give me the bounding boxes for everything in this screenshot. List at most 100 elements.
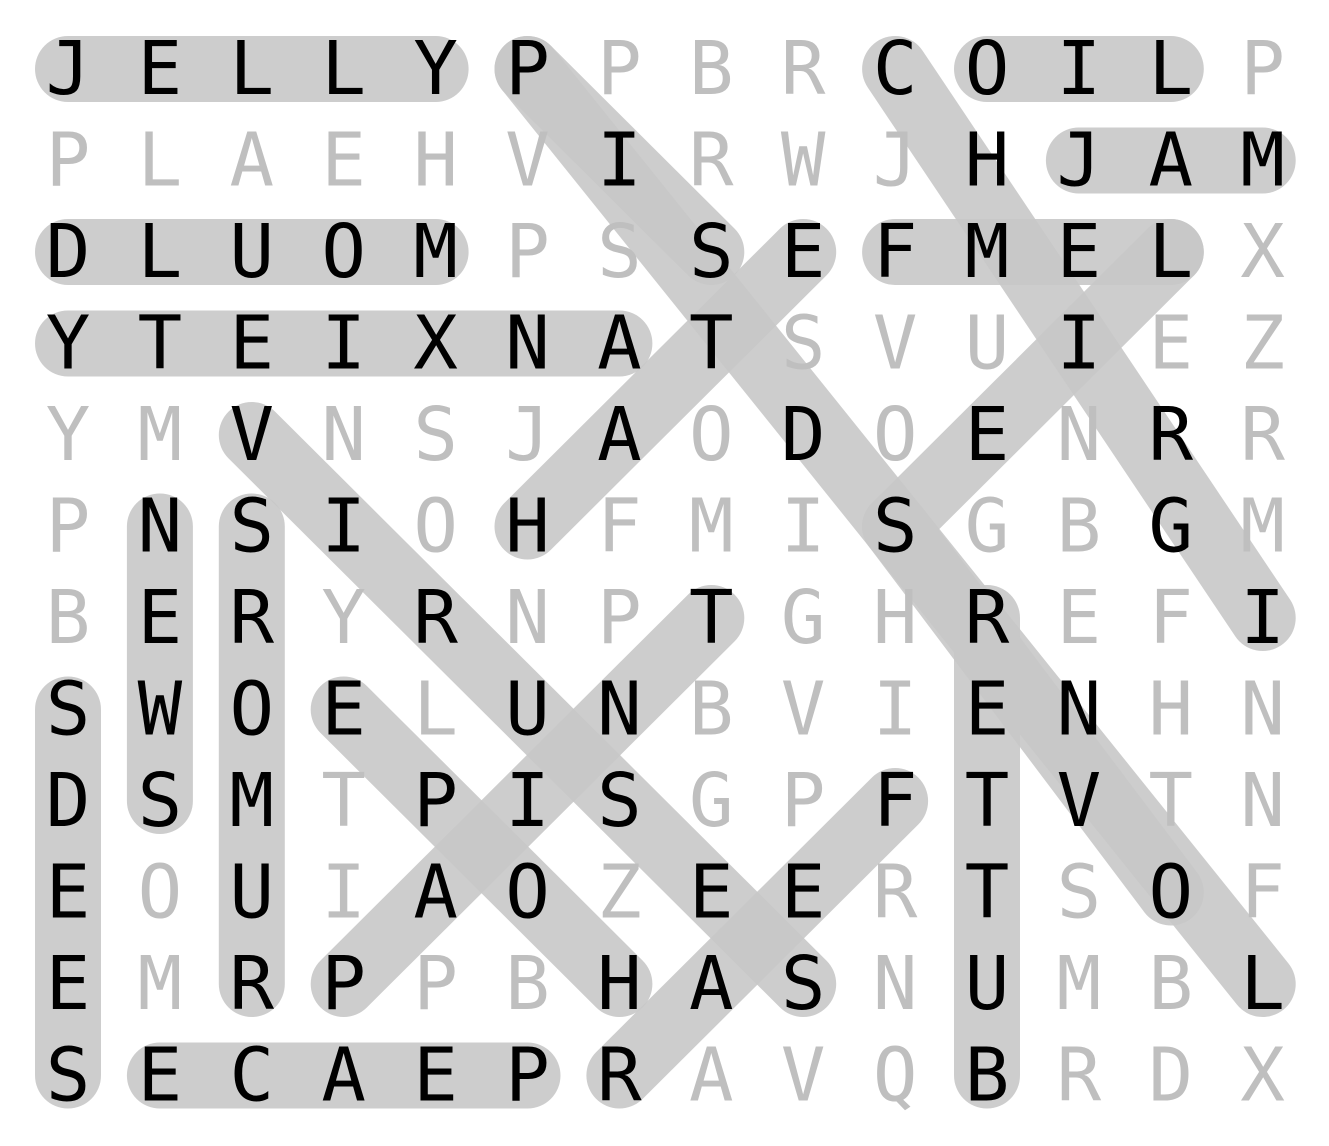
grid-cell-r11-c5[interactable]: P — [505, 1033, 550, 1119]
grid-cell-r2-c3[interactable]: O — [321, 209, 366, 295]
grid-cell-r6-c0[interactable]: B — [46, 575, 91, 661]
grid-cell-r8-c4[interactable]: P — [413, 758, 458, 844]
grid-cell-r6-c5[interactable]: N — [505, 575, 550, 661]
grid-cell-r5-c3[interactable]: I — [321, 484, 366, 570]
grid-cell-r2-c6[interactable]: S — [597, 209, 642, 295]
grid-cell-r1-c1[interactable]: L — [138, 118, 183, 204]
grid-cell-r1-c0[interactable]: P — [46, 118, 91, 204]
grid-cell-r7-c3[interactable]: E — [321, 667, 366, 753]
grid-cell-r8-c8[interactable]: P — [781, 758, 826, 844]
grid-cell-r8-c10[interactable]: T — [965, 758, 1010, 844]
grid-cell-r4-c6[interactable]: A — [597, 392, 642, 478]
grid-cell-r9-c7[interactable]: E — [689, 850, 734, 936]
grid-cell-r7-c13[interactable]: N — [1240, 667, 1285, 753]
grid-cell-r5-c1[interactable]: N — [138, 484, 183, 570]
grid-cell-r3-c6[interactable]: A — [597, 301, 642, 387]
grid-cell-r8-c2[interactable]: M — [230, 758, 275, 844]
grid-cell-r3-c1[interactable]: T — [138, 301, 183, 387]
grid-cell-r6-c1[interactable]: E — [138, 575, 183, 661]
grid-cell-r10-c7[interactable]: A — [689, 941, 734, 1027]
grid-cell-r2-c0[interactable]: D — [46, 209, 91, 295]
grid-cell-r9-c11[interactable]: S — [1057, 850, 1102, 936]
grid-cell-r10-c9[interactable]: N — [873, 941, 918, 1027]
grid-cell-r4-c4[interactable]: S — [413, 392, 458, 478]
grid-cell-r2-c2[interactable]: U — [230, 209, 275, 295]
grid-cell-r3-c3[interactable]: I — [321, 301, 366, 387]
grid-cell-r5-c7[interactable]: M — [689, 484, 734, 570]
grid-cell-r10-c8[interactable]: S — [781, 941, 826, 1027]
grid-cell-r7-c5[interactable]: U — [505, 667, 550, 753]
grid-cell-r2-c12[interactable]: L — [1149, 209, 1194, 295]
grid-cell-r7-c1[interactable]: W — [138, 667, 183, 753]
grid-cell-r3-c5[interactable]: N — [505, 301, 550, 387]
grid-cell-r2-c4[interactable]: M — [413, 209, 458, 295]
grid-cell-r5-c8[interactable]: I — [781, 484, 826, 570]
grid-cell-r8-c0[interactable]: D — [46, 758, 91, 844]
grid-cell-r8-c3[interactable]: T — [321, 758, 366, 844]
grid-cell-r2-c1[interactable]: L — [138, 209, 183, 295]
grid-cell-r7-c6[interactable]: N — [597, 667, 642, 753]
grid-cell-r9-c10[interactable]: T — [965, 850, 1010, 936]
grid-cell-r4-c12[interactable]: R — [1149, 392, 1194, 478]
grid-cell-r7-c11[interactable]: N — [1057, 667, 1102, 753]
grid-cell-r8-c7[interactable]: G — [689, 758, 734, 844]
grid-cell-r0-c1[interactable]: E — [138, 26, 183, 112]
grid-cell-r11-c3[interactable]: A — [321, 1033, 366, 1119]
grid-cell-r6-c10[interactable]: R — [965, 575, 1010, 661]
grid-cell-r1-c2[interactable]: A — [230, 118, 275, 204]
grid-cell-r10-c10[interactable]: U — [965, 941, 1010, 1027]
grid-cell-r6-c3[interactable]: Y — [321, 575, 366, 661]
grid-cell-r3-c8[interactable]: S — [781, 301, 826, 387]
grid-cell-r1-c8[interactable]: W — [781, 118, 826, 204]
grid-cell-r4-c11[interactable]: N — [1057, 392, 1102, 478]
grid-cell-r8-c9[interactable]: F — [873, 758, 918, 844]
grid-cell-r9-c2[interactable]: U — [230, 850, 275, 936]
grid-cell-r6-c11[interactable]: E — [1057, 575, 1102, 661]
grid-cell-r6-c9[interactable]: H — [873, 575, 918, 661]
grid-cell-r1-c5[interactable]: V — [505, 118, 550, 204]
grid-cell-r0-c13[interactable]: P — [1240, 26, 1285, 112]
grid-cell-r1-c13[interactable]: M — [1240, 118, 1285, 204]
grid-cell-r0-c12[interactable]: L — [1149, 26, 1194, 112]
grid-cell-r8-c5[interactable]: I — [505, 758, 550, 844]
grid-cell-r10-c12[interactable]: B — [1149, 941, 1194, 1027]
grid-cell-r10-c1[interactable]: M — [138, 941, 183, 1027]
grid-cell-r11-c6[interactable]: R — [597, 1033, 642, 1119]
grid-cell-r6-c12[interactable]: F — [1149, 575, 1194, 661]
grid-cell-r4-c0[interactable]: Y — [46, 392, 91, 478]
grid-cell-r10-c0[interactable]: E — [46, 941, 91, 1027]
grid-cell-r5-c12[interactable]: G — [1149, 484, 1194, 570]
grid-cell-r5-c0[interactable]: P — [46, 484, 91, 570]
grid-cell-r0-c11[interactable]: I — [1057, 26, 1102, 112]
grid-cell-r6-c13[interactable]: I — [1240, 575, 1285, 661]
grid-cell-r11-c1[interactable]: E — [138, 1033, 183, 1119]
grid-cell-r4-c5[interactable]: J — [505, 392, 550, 478]
grid-cell-r1-c9[interactable]: J — [873, 118, 918, 204]
grid-cell-r4-c1[interactable]: M — [138, 392, 183, 478]
grid-cell-r11-c12[interactable]: D — [1149, 1033, 1194, 1119]
grid-cell-r9-c0[interactable]: E — [46, 850, 91, 936]
grid-cell-r1-c4[interactable]: H — [413, 118, 458, 204]
grid-cell-r2-c11[interactable]: E — [1057, 209, 1102, 295]
grid-cell-r8-c13[interactable]: N — [1240, 758, 1285, 844]
grid-cell-r9-c12[interactable]: O — [1149, 850, 1194, 936]
grid-cell-r5-c5[interactable]: H — [505, 484, 550, 570]
grid-cell-r4-c3[interactable]: N — [321, 392, 366, 478]
grid-cell-r3-c0[interactable]: Y — [46, 301, 91, 387]
grid-cell-r0-c4[interactable]: Y — [413, 26, 458, 112]
grid-cell-r10-c13[interactable]: L — [1240, 941, 1285, 1027]
grid-cell-r5-c9[interactable]: S — [873, 484, 918, 570]
grid-cell-r2-c7[interactable]: S — [689, 209, 734, 295]
grid-cell-r0-c8[interactable]: R — [781, 26, 826, 112]
grid-cell-r8-c1[interactable]: S — [138, 758, 183, 844]
grid-cell-r5-c10[interactable]: G — [965, 484, 1010, 570]
grid-cell-r5-c11[interactable]: B — [1057, 484, 1102, 570]
grid-cell-r10-c6[interactable]: H — [597, 941, 642, 1027]
grid-cell-r10-c11[interactable]: M — [1057, 941, 1102, 1027]
grid-cell-r1-c6[interactable]: I — [597, 118, 642, 204]
grid-cell-r11-c10[interactable]: B — [965, 1033, 1010, 1119]
grid-cell-r5-c4[interactable]: O — [413, 484, 458, 570]
grid-cell-r4-c10[interactable]: E — [965, 392, 1010, 478]
grid-cell-r10-c2[interactable]: R — [230, 941, 275, 1027]
grid-cell-r1-c10[interactable]: H — [965, 118, 1010, 204]
